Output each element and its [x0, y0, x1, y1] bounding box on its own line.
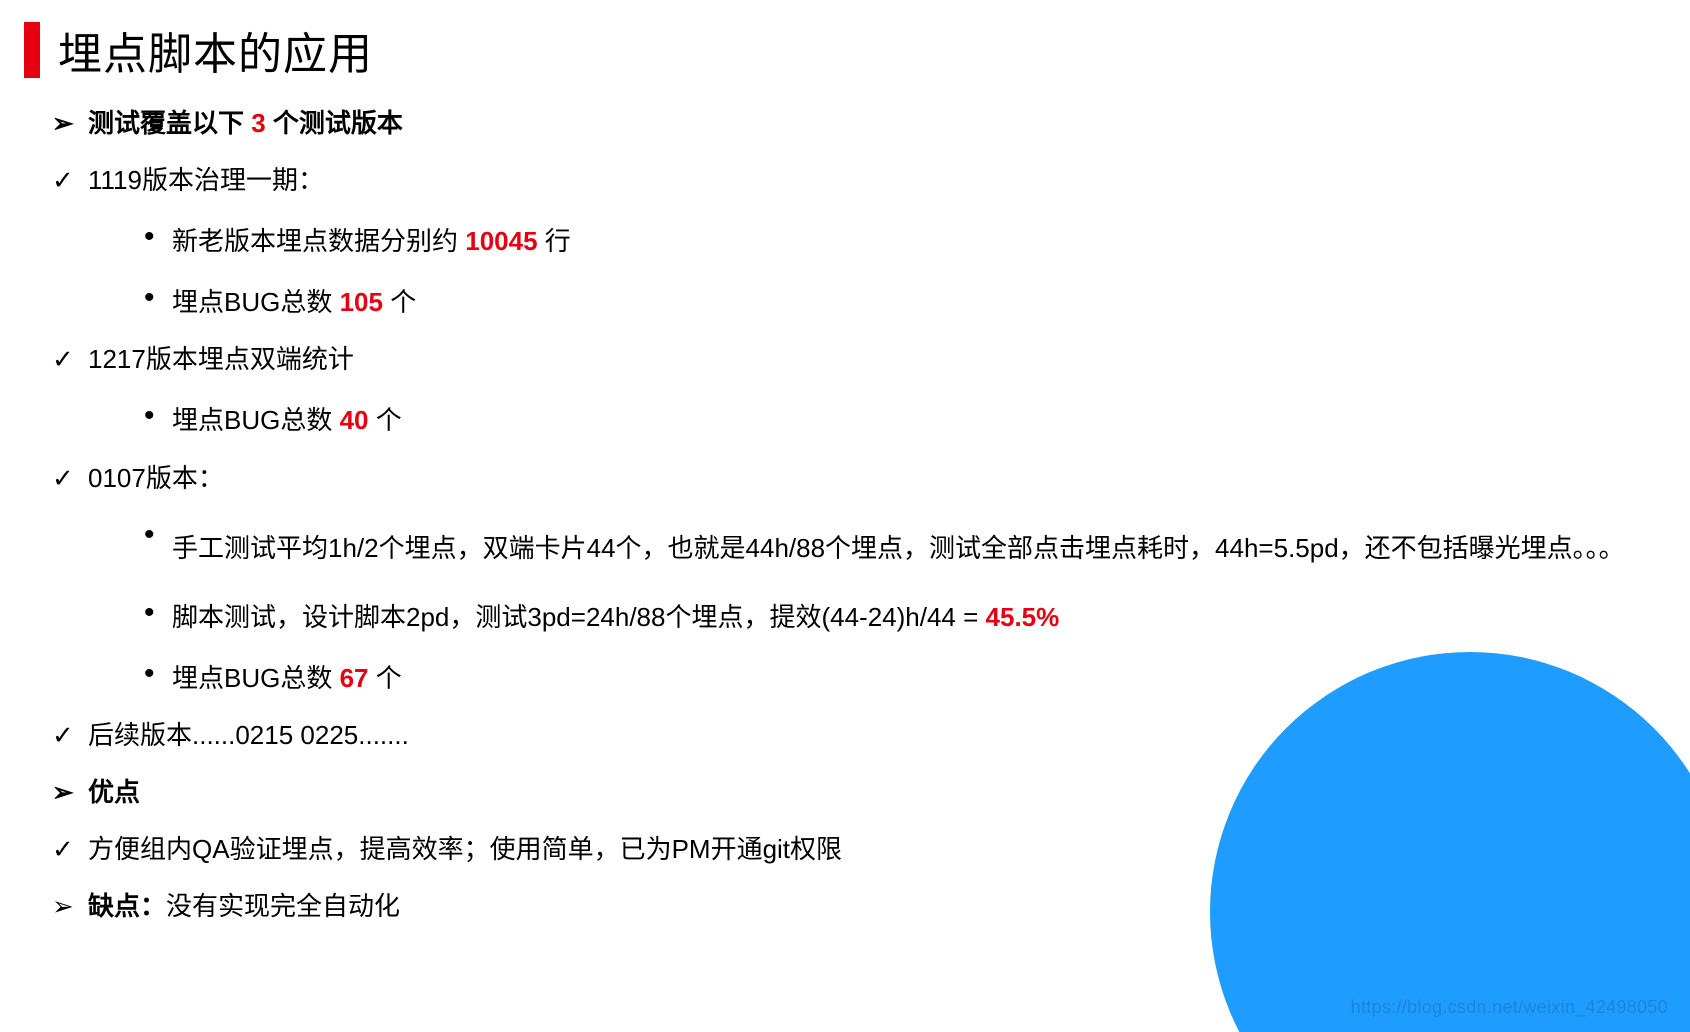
item-1119: 1119版本治理一期：	[52, 163, 1680, 198]
text-fragment: 脚本测试，设计脚本2pd，测试3pd=24h/88个埋点，提效(44-24)h/…	[172, 602, 986, 632]
number-highlight: 45.5%	[986, 602, 1060, 632]
number-highlight: 105	[340, 287, 383, 317]
number-highlight: 67	[340, 663, 369, 693]
number-highlight: 10045	[465, 226, 537, 256]
text-fragment: 个	[369, 663, 402, 693]
bullet-0107-manual: 手工测试平均1h/2个埋点，双端卡片44个，也就是44h/88个埋点，测试全部点…	[144, 522, 1680, 574]
text-fragment: 测试覆盖以下	[88, 108, 251, 138]
text-fragment: 行	[538, 226, 571, 256]
heading-coverage: 测试覆盖以下 3 个测试版本	[52, 106, 1680, 141]
text-fragment: 1217版本埋点双端统计	[88, 344, 354, 374]
text-fragment: 个测试版本	[266, 108, 403, 138]
slide-title: 埋点脚本的应用	[58, 18, 373, 82]
text-fragment: 缺点：	[88, 891, 166, 921]
text-fragment: 0107版本：	[88, 463, 224, 493]
text-fragment: 个	[383, 287, 416, 317]
text-fragment: 手工测试平均1h/2个埋点，双端卡片44个，也就是44h/88个埋点，测试全部点…	[172, 533, 1625, 563]
text-fragment: 埋点BUG总数	[172, 405, 340, 435]
text-fragment: 方便组内QA验证埋点，提高效率；使用简单，已为PM开通git权限	[88, 834, 842, 864]
bullet-1217-bugs: 埋点BUG总数 40 个	[144, 403, 1680, 438]
title-row: 埋点脚本的应用	[24, 18, 1680, 82]
text-fragment: 后续版本......0215 0225.......	[88, 720, 409, 750]
number-highlight: 3	[251, 108, 265, 138]
watermark-text: https://blog.csdn.net/weixin_42498050	[1351, 997, 1668, 1018]
slide: 埋点脚本的应用 测试覆盖以下 3 个测试版本 1119版本治理一期： 新老版本埋…	[0, 0, 1690, 1032]
number-highlight: 40	[340, 405, 369, 435]
text-fragment: 没有实现完全自动化	[166, 891, 400, 921]
text-fragment: 埋点BUG总数	[172, 287, 340, 317]
text-fragment: 优点	[88, 777, 140, 807]
text-fragment: 个	[369, 405, 402, 435]
bullet-1119-bugs: 埋点BUG总数 105 个	[144, 285, 1680, 320]
item-1217: 1217版本埋点双端统计	[52, 342, 1680, 377]
text-fragment: 1119版本治理一期：	[88, 165, 324, 195]
bullet-0107-script: 脚本测试，设计脚本2pd，测试3pd=24h/88个埋点，提效(44-24)h/…	[144, 600, 1680, 635]
text-fragment: 新老版本埋点数据分别约	[172, 226, 465, 256]
red-accent-bar	[24, 22, 40, 78]
text-fragment: 埋点BUG总数	[172, 663, 340, 693]
bullet-1119-rows: 新老版本埋点数据分别约 10045 行	[144, 224, 1680, 259]
item-0107: 0107版本：	[52, 461, 1680, 496]
